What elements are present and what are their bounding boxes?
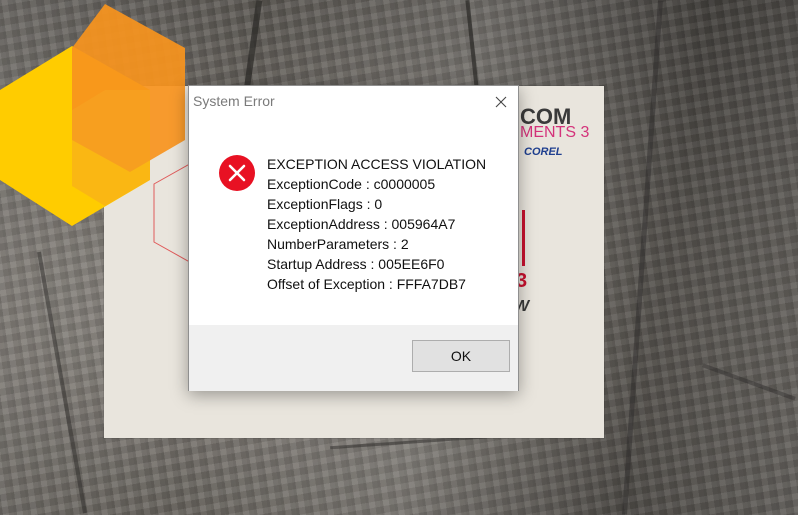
error-message: EXCEPTION ACCESS VIOLATION ExceptionCode… [267, 154, 486, 294]
error-x-icon [219, 155, 255, 191]
rock-crack [37, 251, 87, 514]
error-message-line: Offset of Exception : FFFA7DB7 [267, 276, 466, 292]
error-message-line: ExceptionFlags : 0 [267, 196, 383, 212]
splash-red-bar [522, 210, 525, 266]
error-message-line: EXCEPTION ACCESS VIOLATION [267, 156, 487, 172]
dialog-footer: OK [189, 325, 518, 391]
rock-crack [702, 363, 796, 401]
rock-crack [243, 0, 263, 90]
hexagon-logo-icon [0, 4, 185, 226]
close-icon [495, 96, 507, 107]
dialog-titlebar[interactable]: System Error [189, 86, 518, 117]
dialog-title: System Error [193, 93, 275, 109]
error-message-line: Startup Address : 005EE6F0 [267, 256, 445, 272]
ok-button[interactable]: OK [412, 340, 510, 372]
rock-crack [465, 0, 479, 88]
splash-corel-label: COREL [524, 146, 563, 158]
error-message-line: ExceptionCode : c0000005 [267, 176, 436, 192]
error-message-line: ExceptionAddress : 005964A7 [267, 216, 456, 232]
splash-brand-subtitle: MENTS 3 [520, 124, 590, 141]
dialog-body: EXCEPTION ACCESS VIOLATION ExceptionCode… [189, 117, 518, 325]
system-error-dialog: System Error EXCEPTION ACCESS VIOLATION … [188, 85, 519, 391]
error-message-line: NumberParameters : 2 [267, 236, 409, 252]
rock-crack [622, 0, 663, 515]
close-button[interactable] [484, 86, 518, 117]
